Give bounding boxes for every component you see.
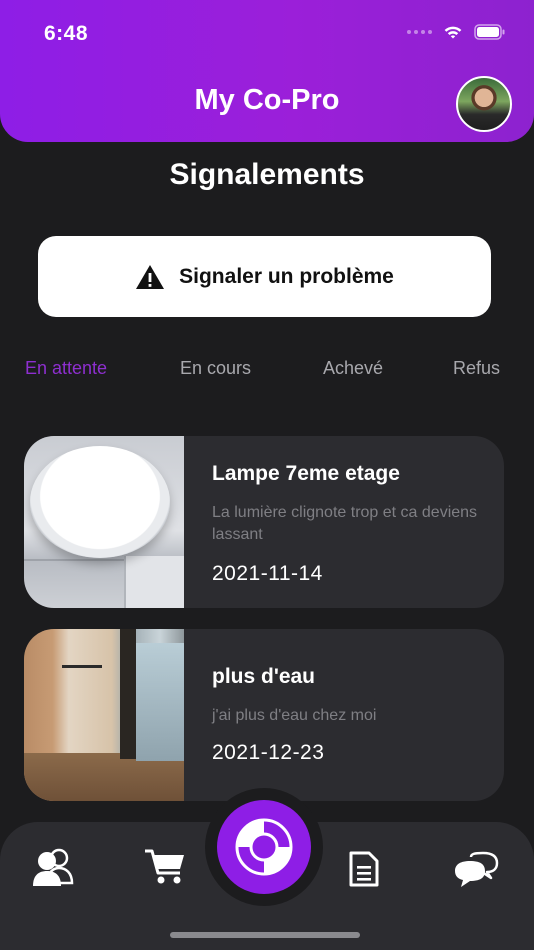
nav-messages[interactable] [452, 850, 500, 890]
report-description: La lumière clignote trop et ca deviens l… [212, 504, 478, 543]
nav-documents[interactable] [344, 848, 384, 890]
wifi-icon [444, 26, 462, 39]
chat-icon [455, 851, 499, 887]
app-title: My Co-Pro [194, 84, 340, 116]
report-card-body: Lampe 7eme etage La lumière clignote tro… [212, 436, 484, 586]
document-icon [349, 851, 379, 887]
cart-icon [145, 849, 184, 884]
help-center-button[interactable] [217, 800, 311, 894]
tab-acheve[interactable]: Achevé [323, 358, 383, 379]
tab-en-cours[interactable]: En cours [180, 358, 251, 379]
profile-avatar[interactable] [456, 76, 512, 132]
status-icons [407, 24, 506, 40]
report-title: plus d'eau [212, 665, 316, 688]
tab-en-attente[interactable]: En attente [25, 358, 107, 379]
warning-icon [136, 264, 165, 289]
report-date: 2021-11-14 [212, 562, 323, 585]
center-action-ring [205, 788, 323, 906]
lifebuoy-icon [235, 818, 293, 876]
room-photo [24, 629, 184, 801]
report-title: Lampe 7eme etage [212, 462, 400, 485]
app-screen: 6:48 My Co-Pro Signalements Signaler un … [0, 0, 534, 950]
report-description: j'ai plus d'eau chez moi [212, 707, 377, 724]
report-card-body: plus d'eau j'ai plus d'eau chez moi 2021… [212, 629, 484, 765]
status-time: 6:48 [44, 22, 89, 45]
nav-cart[interactable] [142, 846, 188, 888]
tab-refus[interactable]: Refus [453, 358, 500, 379]
report-card[interactable]: Lampe 7eme etage La lumière clignote tro… [24, 436, 504, 608]
report-problem-label: Signaler un problème [179, 264, 394, 288]
report-card[interactable]: plus d'eau j'ai plus d'eau chez moi 2021… [24, 629, 504, 801]
home-indicator[interactable] [170, 932, 360, 938]
users-icon [33, 848, 74, 886]
page-title: Signalements [169, 158, 365, 191]
status-tabs: En attente En cours Achevé Refus [0, 358, 534, 382]
report-date: 2021-12-23 [212, 741, 325, 764]
battery-icon [474, 24, 505, 40]
app-header: 6:48 My Co-Pro [0, 0, 534, 142]
signal-icon [407, 30, 432, 34]
nav-users[interactable] [30, 846, 76, 888]
ceiling-lamp-photo [24, 436, 184, 608]
report-problem-button[interactable]: Signaler un problème [38, 236, 491, 317]
